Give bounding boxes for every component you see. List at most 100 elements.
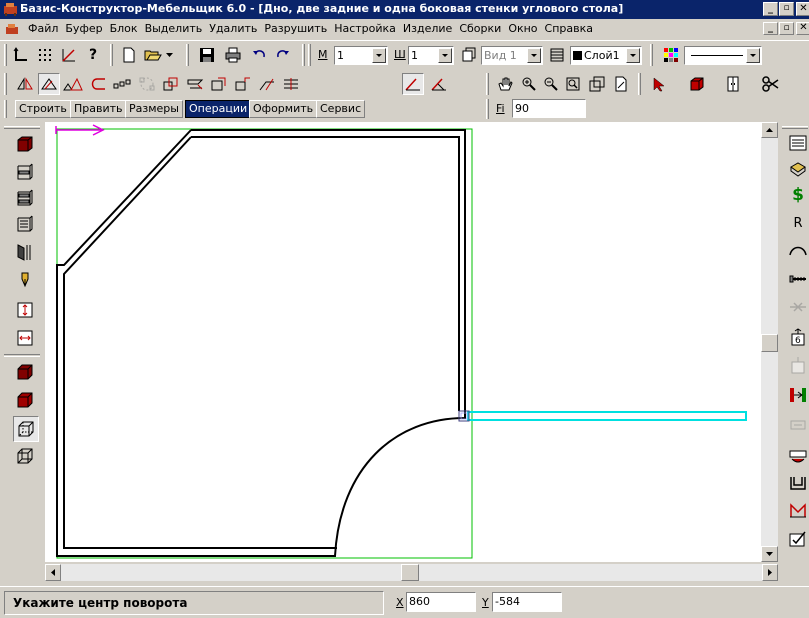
break-icon[interactable] <box>232 73 254 95</box>
view-combo[interactable]: Вид 1 <box>481 46 543 65</box>
chevron-down-icon[interactable] <box>438 48 452 63</box>
material-icon[interactable] <box>787 158 809 180</box>
tab-operations[interactable]: Операции <box>185 100 252 118</box>
document-icon[interactable] <box>5 22 21 36</box>
door-hinge-icon[interactable] <box>787 384 809 406</box>
restore-button[interactable]: ▫ <box>779 2 794 16</box>
chevron-down-icon[interactable] <box>372 48 386 63</box>
doc-restore-button[interactable]: ▫ <box>779 22 794 35</box>
mirror-icon[interactable] <box>14 73 36 95</box>
redo-icon[interactable] <box>272 44 294 66</box>
pen-tool-icon[interactable] <box>13 268 37 292</box>
menu-settings[interactable]: Настройка <box>334 22 396 35</box>
menu-select[interactable]: Выделить <box>145 22 203 35</box>
tab-edit[interactable]: Править <box>70 100 127 118</box>
cut-scissors-icon[interactable] <box>760 73 782 95</box>
menu-help[interactable]: Справка <box>545 22 593 35</box>
zoom-window-icon[interactable] <box>562 73 584 95</box>
menu-window[interactable]: Окно <box>508 22 537 35</box>
view-transparent-icon[interactable] <box>13 444 37 468</box>
vertical-scrollbar[interactable] <box>761 122 778 562</box>
zoom-out-icon[interactable] <box>540 73 562 95</box>
menu-product[interactable]: Изделие <box>403 22 452 35</box>
handle-disabled-icon[interactable] <box>787 414 809 436</box>
cabinet-icon[interactable] <box>722 73 744 95</box>
side-wall-icon[interactable] <box>13 240 37 264</box>
new-file-icon[interactable] <box>118 44 140 66</box>
y-coordinate-input[interactable]: -584 <box>492 592 562 612</box>
edge-profile-icon[interactable] <box>787 240 809 262</box>
stretch-icon[interactable] <box>280 73 302 95</box>
open-folder-icon[interactable] <box>142 44 164 66</box>
undo-icon[interactable] <box>248 44 270 66</box>
scroll-right-button[interactable] <box>762 564 778 581</box>
array-icon[interactable] <box>112 73 134 95</box>
hardware-disabled-icon[interactable] <box>787 354 809 376</box>
pen-mode-a-icon[interactable] <box>402 73 424 95</box>
menu-file[interactable]: Файл <box>28 22 58 35</box>
scale-icon[interactable] <box>62 73 84 95</box>
scroll-down-button[interactable] <box>761 546 778 562</box>
minimize-button[interactable]: _ <box>763 2 778 16</box>
drawer-icon[interactable] <box>13 186 37 210</box>
radius-icon[interactable]: R <box>787 212 809 234</box>
close-button[interactable]: ✕ <box>796 2 809 16</box>
horizontal-scrollbar[interactable] <box>45 564 778 581</box>
profile-m-icon[interactable] <box>787 500 809 522</box>
menu-buffer[interactable]: Буфер <box>65 22 102 35</box>
shelf-icon[interactable] <box>13 160 37 184</box>
doc-close-button[interactable]: ✕ <box>796 22 809 35</box>
specification-icon[interactable] <box>787 132 809 154</box>
screw-icon[interactable] <box>787 268 809 290</box>
line-type-combo[interactable] <box>684 46 762 65</box>
zoom-all-icon[interactable] <box>586 73 608 95</box>
tab-service[interactable]: Сервис <box>316 100 366 118</box>
app-icon[interactable] <box>3 2 19 16</box>
scroll-up-button[interactable] <box>761 122 778 138</box>
horizontal-dimension-icon[interactable] <box>13 326 37 350</box>
coordinate-axes-icon[interactable] <box>10 44 32 66</box>
drawing-canvas[interactable] <box>45 122 761 562</box>
chevron-down-icon[interactable] <box>746 48 760 63</box>
zoom-in-icon[interactable] <box>518 73 540 95</box>
layers-icon[interactable] <box>546 44 568 66</box>
price-dollar-icon[interactable]: $ <box>787 184 809 206</box>
view-icon[interactable] <box>458 44 480 66</box>
grid-icon[interactable] <box>34 44 56 66</box>
selected-side-panel[interactable] <box>467 411 747 421</box>
color-palette-icon[interactable] <box>660 44 682 66</box>
tab-dimensions[interactable]: Размеры <box>125 100 183 118</box>
view-hidden-icon[interactable] <box>13 360 37 384</box>
menu-delete[interactable]: Удалить <box>209 22 257 35</box>
vertical-scroll-thumb[interactable] <box>761 334 778 352</box>
layer-combo[interactable]: Слой1 <box>570 46 642 65</box>
fastener-disabled-icon[interactable] <box>787 296 809 318</box>
menu-block[interactable]: Блок <box>110 22 138 35</box>
trim-icon[interactable] <box>184 73 206 95</box>
partition-icon[interactable] <box>13 212 37 236</box>
3d-box-icon[interactable] <box>686 73 708 95</box>
menu-explode[interactable]: Разрушить <box>264 22 327 35</box>
view-wireframe-icon[interactable] <box>13 416 39 442</box>
angle-input[interactable]: 90 <box>512 99 586 118</box>
view-shaded-icon[interactable] <box>13 388 37 412</box>
chamfer-icon[interactable] <box>256 73 278 95</box>
checklist-icon[interactable] <box>787 528 809 550</box>
scale-m-combo[interactable]: 1 <box>334 46 388 65</box>
copy-shift-icon[interactable] <box>160 73 182 95</box>
snap-angle-icon[interactable] <box>58 44 80 66</box>
extend-icon[interactable] <box>208 73 230 95</box>
select-arrow-icon[interactable] <box>648 73 670 95</box>
chevron-down-icon[interactable] <box>527 48 541 63</box>
tab-build[interactable]: Строить <box>15 100 71 118</box>
menu-assemblies[interactable]: Сборки <box>459 22 501 35</box>
help-icon[interactable]: ? <box>82 44 104 66</box>
save-icon[interactable] <box>196 44 218 66</box>
scroll-left-button[interactable] <box>45 564 61 581</box>
print-icon[interactable] <box>222 44 244 66</box>
pan-hand-icon[interactable] <box>494 73 516 95</box>
tab-format[interactable]: Оформить <box>249 100 318 118</box>
vertical-dimension-icon[interactable] <box>13 298 37 322</box>
hardware-6-icon[interactable]: 6 <box>787 326 809 348</box>
doc-minimize-button[interactable]: _ <box>763 22 778 35</box>
